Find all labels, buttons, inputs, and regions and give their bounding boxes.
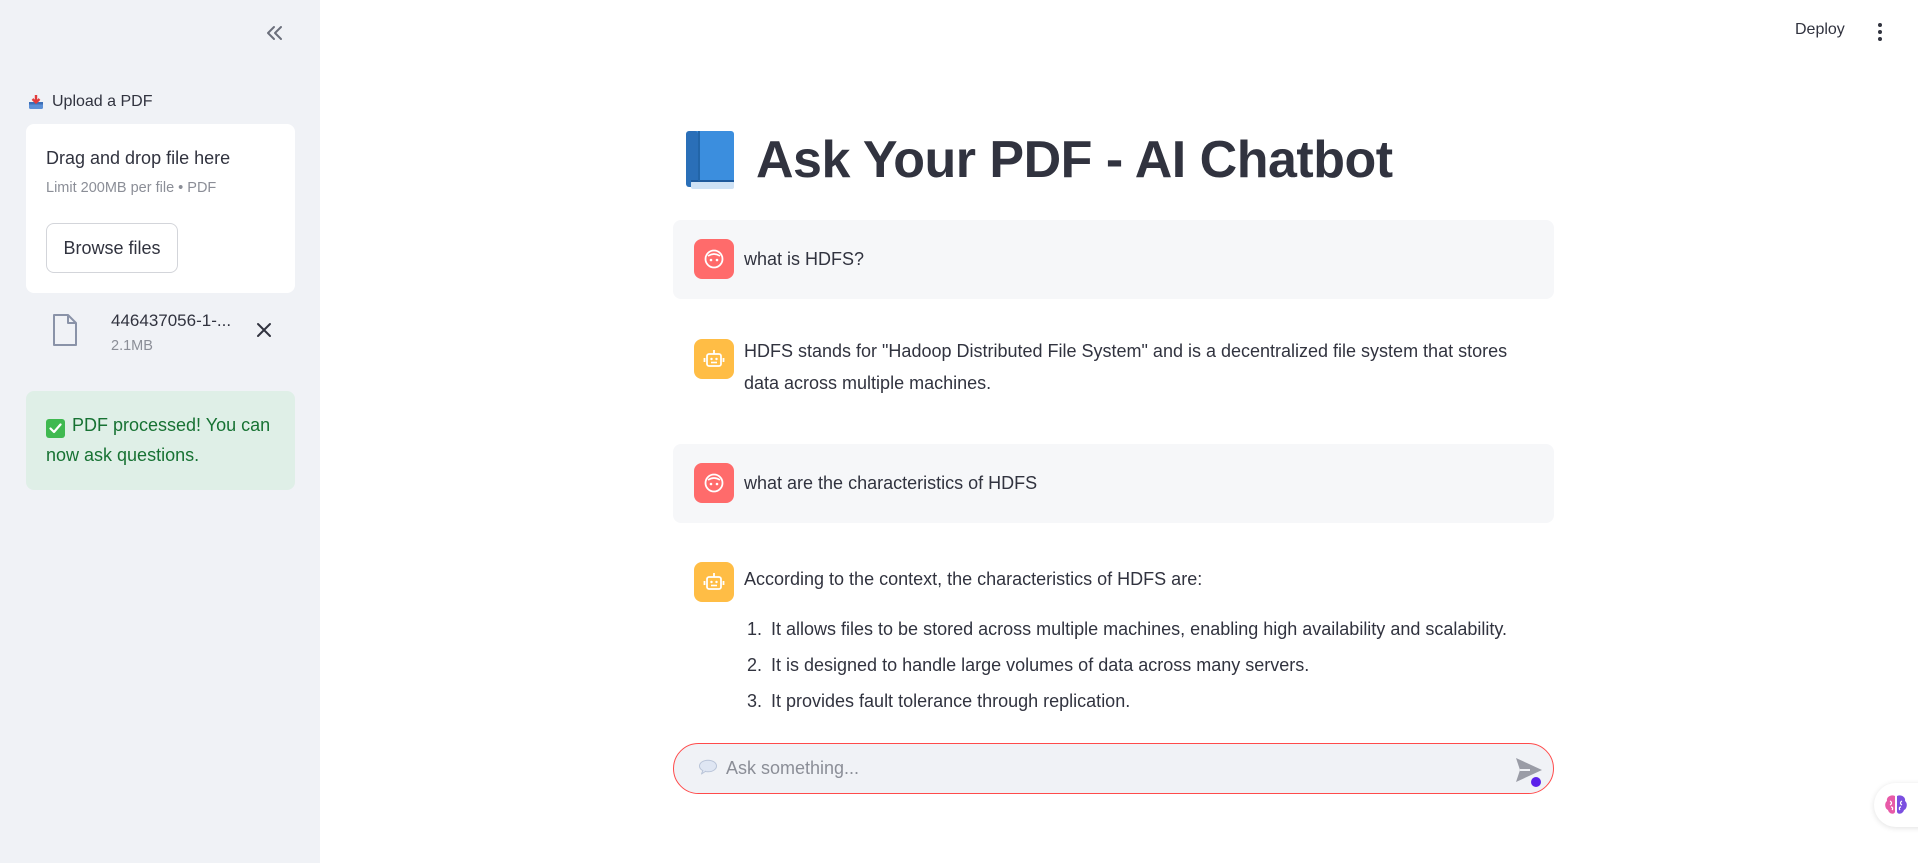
robot-icon [703, 350, 725, 367]
speech-bubble-icon [699, 759, 717, 775]
list-item: 2. It is designed to handle large volumes… [741, 647, 1507, 683]
list-item: 3. It provides fault tolerance through re… [741, 683, 1507, 719]
upload-label: Upload a PDF [28, 93, 153, 111]
user-avatar [694, 463, 734, 503]
message-line: data across multiple machines. [744, 373, 992, 393]
message-text: what are the characteristics of HDFS [744, 473, 1038, 493]
user-face-icon [704, 473, 724, 493]
message-line: HDFS stands for "Hadoop Distributed File… [744, 341, 1508, 361]
chat-message-user: what is HDFS? [673, 220, 1554, 299]
kebab-menu-icon[interactable] [1870, 18, 1890, 46]
list-number: 2. [746, 655, 762, 675]
list-number: 1. [746, 619, 762, 639]
chat-input-container [673, 743, 1554, 794]
user-face-icon [704, 249, 724, 269]
list-text: It allows files to be stored across mult… [771, 619, 1508, 639]
inbox-tray-icon [29, 95, 43, 109]
message-text: what is HDFS? [744, 249, 865, 269]
chat-message-assistant: According to the context, the characteri… [673, 543, 1554, 723]
list-text: It provides fault tolerance through repl… [771, 691, 1131, 711]
page-title: Ask Your PDF - AI Chatbot [756, 131, 1393, 189]
chat-message-assistant: HDFS stands for "Hadoop Distributed File… [673, 320, 1554, 408]
browse-files-button[interactable]: Browse files [46, 223, 178, 273]
file-name: 446437056-1-... [111, 311, 232, 330]
brain-icon [1885, 795, 1907, 814]
message-text: According to the context, the characteri… [744, 569, 1203, 589]
deploy-button[interactable]: Deploy [1795, 21, 1845, 39]
user-avatar [694, 239, 734, 279]
file-size: 2.1MB [111, 338, 153, 354]
upload-label-text: Upload a PDF [52, 93, 153, 110]
file-icon [53, 314, 77, 346]
check-mark-icon [46, 419, 65, 438]
dropzone-title: Drag and drop file here [46, 148, 231, 168]
double-chevron-left-icon [267, 26, 282, 40]
chat-message-user: what are the characteristics of HDFS [673, 444, 1554, 523]
brain-widget-button[interactable] [1874, 783, 1918, 827]
assistant-avatar [694, 562, 734, 602]
status-text: PDF processed! You can now ask questions… [46, 415, 271, 465]
uploaded-file-item: 446437056-1-... 2.1MB [52, 308, 282, 360]
sidebar: Upload a PDF Drag and drop file here Lim… [0, 0, 320, 863]
blue-book-icon [686, 131, 734, 189]
message-text: HDFS stands for "Hadoop Distributed File… [744, 335, 1507, 399]
remove-file-button[interactable] [250, 316, 278, 344]
dropzone-subtitle: Limit 200MB per file • PDF [46, 180, 217, 196]
assistant-avatar [694, 339, 734, 379]
robot-icon [703, 573, 725, 590]
list-item: 1. It allows files to be stored across mu… [741, 611, 1507, 647]
list-text: It is designed to handle large volumes o… [771, 655, 1310, 675]
chat-input[interactable] [726, 752, 1486, 785]
file-dropzone[interactable]: Drag and drop file here Limit 200MB per … [26, 124, 295, 293]
status-dot [1531, 777, 1541, 787]
status-alert: PDF processed! You can now ask questions… [26, 391, 295, 490]
message-list: 1. It allows files to be stored across mu… [741, 611, 1507, 719]
close-icon [257, 323, 271, 337]
collapse-sidebar-button[interactable] [258, 18, 292, 48]
list-number: 3. [746, 691, 762, 711]
page-header: Ask Your PDF - AI Chatbot [686, 130, 1393, 190]
